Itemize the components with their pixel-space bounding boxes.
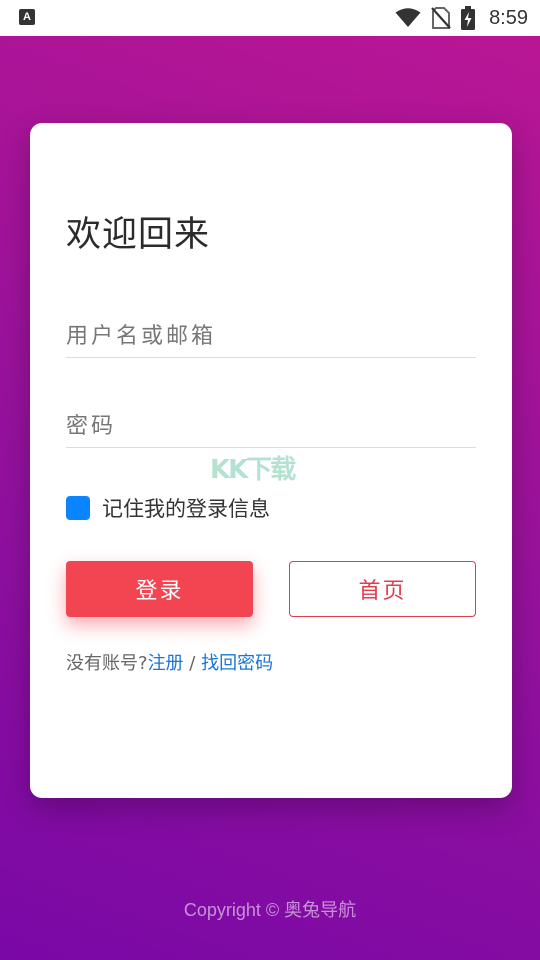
remember-label: 记住我的登录信息 [102, 497, 270, 521]
link-separator: / [189, 653, 196, 674]
battery-charging-icon [461, 6, 476, 30]
remember-checkbox[interactable] [66, 496, 90, 520]
watermark-logo: KK下载 [210, 455, 296, 485]
status-icons: 8:59 [395, 6, 528, 30]
account-links: 没有账号?注册 / 找回密码 [66, 649, 273, 675]
register-link[interactable]: 注册 [148, 653, 184, 674]
wifi-icon [395, 8, 421, 27]
username-input[interactable] [66, 315, 476, 358]
no-account-text: 没有账号? [66, 653, 148, 674]
app-notification-icon: A [19, 9, 35, 25]
copyright-footer: Copyright © 奥兔导航 [183, 900, 357, 920]
no-sim-icon [431, 7, 451, 29]
status-bar: A 8:59 [0, 0, 540, 36]
recover-password-link[interactable]: 找回密码 [201, 653, 273, 674]
page-title: 欢迎回来 [66, 215, 211, 255]
password-input[interactable] [66, 405, 476, 448]
remember-me[interactable]: 记住我的登录信息 [66, 493, 270, 523]
login-button[interactable]: 登录 [66, 561, 253, 617]
clock: 8:59 [489, 6, 528, 29]
login-card: 欢迎回来 记住我的登录信息 KK下载 登录 首页 没有账号?注册 / 找回密码 [30, 123, 512, 798]
home-button[interactable]: 首页 [289, 561, 476, 617]
